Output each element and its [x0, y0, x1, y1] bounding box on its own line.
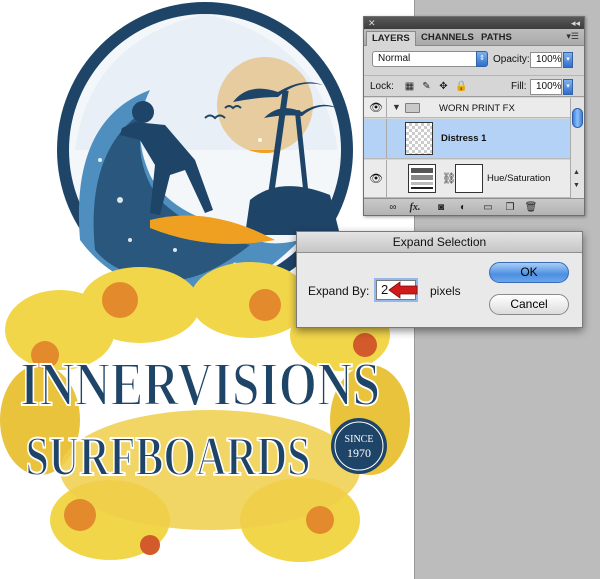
ok-button[interactable]: OK: [489, 262, 569, 283]
adjustment-thumbnail: [408, 164, 436, 193]
trash-icon[interactable]: 🗑: [524, 201, 538, 214]
layer-name: Distress 1: [441, 133, 487, 144]
panel-tab-row: LAYERS CHANNELS PATHS ▾☰: [364, 29, 584, 46]
scroll-thumb[interactable]: [572, 108, 583, 128]
lock-position-icon[interactable]: ✥: [438, 81, 449, 92]
link-layers-icon[interactable]: ∞: [386, 201, 400, 214]
blend-mode-stepper-icon[interactable]: ⇕: [476, 51, 488, 67]
mask-thumbnail: [455, 164, 483, 193]
layer-name: WORN PRINT FX: [439, 103, 515, 114]
blend-mode-select[interactable]: Normal: [372, 51, 487, 67]
chain-icon[interactable]: ⛓: [442, 172, 456, 185]
close-icon[interactable]: ✕: [368, 19, 376, 28]
subhead-text: SURFBOARDS: [26, 426, 311, 488]
layers-scrollbar[interactable]: ▲ ▼: [570, 98, 584, 198]
add-mask-icon[interactable]: ◙: [434, 201, 448, 214]
folder-icon: [405, 103, 420, 113]
layer-thumbnail: [405, 122, 433, 155]
cancel-button[interactable]: Cancel: [489, 294, 569, 315]
layers-panel: ✕ ◂◂ LAYERS CHANNELS PATHS ▾☰ Normal ⇕ O…: [363, 16, 585, 216]
panel-titlebar[interactable]: ✕ ◂◂: [364, 17, 584, 29]
layer-row-hue-saturation[interactable]: 👁 ⛓ Hue/Saturation: [364, 160, 570, 198]
tab-channels[interactable]: CHANNELS: [416, 31, 479, 46]
disclosure-triangle-icon[interactable]: ▼: [392, 102, 401, 112]
lock-label: Lock:: [370, 81, 394, 92]
headline-text: INNERVISIONS: [20, 351, 380, 419]
opacity-field[interactable]: 100%: [530, 52, 562, 68]
seal-since-text: SINCE: [345, 434, 374, 445]
seal-year-text: 1970: [347, 446, 371, 460]
fx-icon[interactable]: fx.: [408, 201, 422, 214]
layer-name: Hue/Saturation: [487, 173, 551, 184]
scroll-down-icon[interactable]: ▼: [573, 182, 580, 189]
layer-row-distress[interactable]: Distress 1: [364, 119, 570, 159]
fill-field[interactable]: 100%: [530, 79, 562, 95]
red-arrow-annotation: [388, 281, 418, 299]
eye-icon[interactable]: 👁: [369, 103, 383, 114]
eye-icon[interactable]: 👁: [369, 174, 383, 185]
collapse-icon[interactable]: ◂◂: [571, 17, 580, 29]
dialog-title: Expand Selection: [297, 232, 582, 253]
fill-dropdown-icon[interactable]: ▾: [563, 79, 573, 95]
lock-transparency-icon[interactable]: ▦: [404, 81, 415, 92]
opacity-label: Opacity:: [493, 54, 530, 65]
fill-label: Fill:: [511, 81, 527, 92]
pixels-unit-label: pixels: [430, 284, 461, 298]
expand-selection-dialog: Expand Selection Expand By: 2 pixels OK …: [296, 231, 583, 328]
lock-image-icon[interactable]: ✎: [421, 81, 432, 92]
new-group-icon[interactable]: ▭: [481, 201, 495, 214]
lock-all-icon[interactable]: 🔒: [455, 81, 467, 92]
opacity-dropdown-icon[interactable]: ▾: [563, 52, 573, 68]
scroll-up-icon[interactable]: ▲: [573, 169, 580, 176]
tab-layers[interactable]: LAYERS: [366, 31, 416, 46]
lock-row: Lock: ▦ ✎ ✥ 🔒 Fill: 100% ▾: [364, 75, 584, 97]
expand-by-label: Expand By:: [308, 284, 370, 298]
tab-paths[interactable]: PATHS: [476, 31, 517, 46]
since-seal: SINCE 1970: [331, 418, 387, 474]
panel-menu-icon[interactable]: ▾☰: [566, 31, 579, 42]
panel-footer: ∞ fx. ◙ ◐ ▭ ❐ 🗑: [364, 198, 584, 215]
new-layer-icon[interactable]: ❐: [503, 201, 517, 214]
layer-row-group[interactable]: 👁 ▼ WORN PRINT FX: [364, 98, 570, 118]
adjustment-layer-icon[interactable]: ◐: [456, 201, 470, 214]
